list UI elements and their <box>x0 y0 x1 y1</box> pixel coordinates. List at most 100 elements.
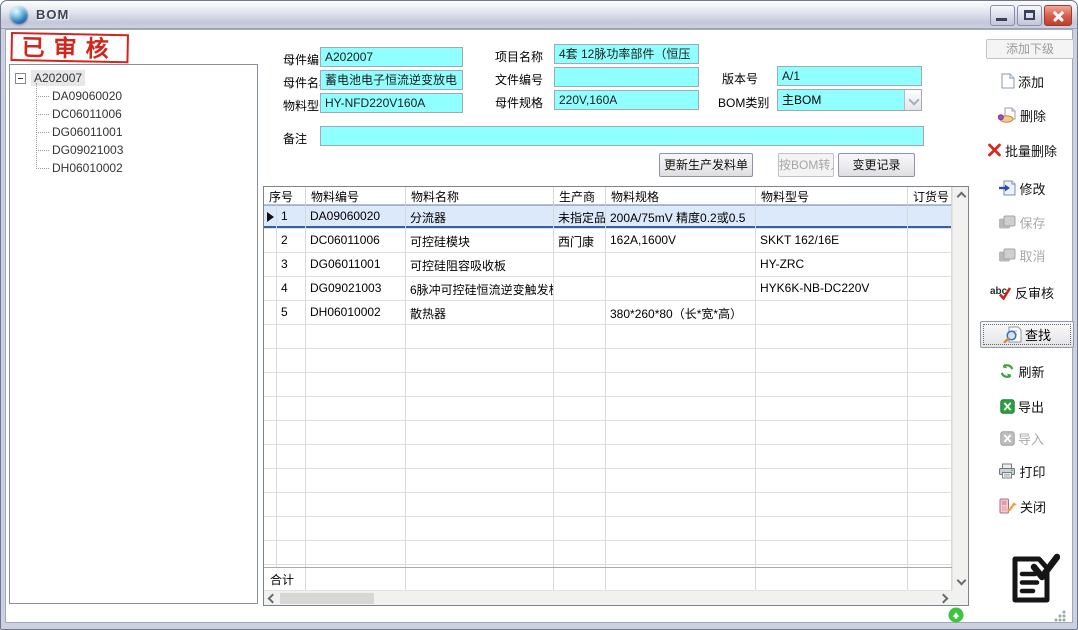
project-name-field[interactable]: 4套 12脉功率部件（恒压 <box>554 44 699 64</box>
row-selector[interactable] <box>264 493 277 516</box>
tree-root-node[interactable]: A202007 <box>15 69 257 87</box>
tree-node-DG06011001[interactable]: DG06011001 <box>36 123 257 141</box>
column-header-5[interactable]: 物料规格 <box>606 187 756 204</box>
delete-button[interactable]: 删除 <box>972 104 1072 126</box>
row-selector[interactable] <box>264 445 277 468</box>
cell[interactable] <box>908 517 952 540</box>
cell[interactable] <box>756 469 908 492</box>
row-selector[interactable] <box>264 301 277 324</box>
remark-field[interactable] <box>320 126 924 146</box>
maximize-button[interactable] <box>1017 5 1042 26</box>
column-header-3[interactable]: 物料名称 <box>406 187 554 204</box>
cell[interactable] <box>277 493 306 516</box>
cell[interactable] <box>406 421 554 444</box>
cell[interactable] <box>406 517 554 540</box>
cell[interactable] <box>908 565 952 567</box>
column-header-1[interactable]: 序号 <box>264 187 306 204</box>
chevron-down-icon[interactable] <box>904 90 921 110</box>
cell[interactable] <box>554 397 606 420</box>
cell[interactable] <box>606 349 756 372</box>
resize-grip[interactable] <box>1054 610 1066 622</box>
cell[interactable] <box>756 349 908 372</box>
cell[interactable] <box>277 445 306 468</box>
table-row[interactable]: 3DG06011001可控硅阻容吸收板HY-ZRC <box>264 253 968 277</box>
cell[interactable] <box>554 349 606 372</box>
tree-collapse-icon[interactable] <box>15 73 26 84</box>
column-header-4[interactable]: 生产商 <box>554 187 606 204</box>
row-selector[interactable] <box>264 349 277 372</box>
row-selector[interactable] <box>264 565 277 567</box>
print-button[interactable]: 打印 <box>972 460 1072 482</box>
tree-node-DA09060020[interactable]: DA09060020 <box>36 87 257 105</box>
cell[interactable]: DG09021003 <box>306 277 406 300</box>
cell[interactable] <box>756 397 908 420</box>
table-row-empty[interactable] <box>264 373 968 397</box>
cell[interactable] <box>606 253 756 276</box>
cell[interactable]: 3 <box>277 253 306 276</box>
cell[interactable] <box>277 421 306 444</box>
doc-no-field[interactable] <box>554 67 699 87</box>
find-button[interactable]: 查找 <box>980 321 1074 348</box>
cell[interactable]: SKKT 162/16E <box>756 229 908 252</box>
table-row-empty[interactable] <box>264 349 968 373</box>
cell[interactable] <box>756 421 908 444</box>
table-row-empty[interactable] <box>264 541 968 565</box>
cell[interactable] <box>406 565 554 567</box>
cell[interactable] <box>606 469 756 492</box>
cell[interactable] <box>606 565 756 567</box>
tree-node-DG09021003[interactable]: DG09021003 <box>36 141 257 159</box>
cell[interactable] <box>306 325 406 348</box>
cell[interactable] <box>406 325 554 348</box>
cell[interactable] <box>756 325 908 348</box>
cell[interactable] <box>756 565 908 567</box>
cell[interactable]: 可控硅模块 <box>406 229 554 252</box>
cell[interactable] <box>606 517 756 540</box>
cell[interactable]: 5 <box>277 301 306 324</box>
cell[interactable] <box>908 421 952 444</box>
cell[interactable] <box>606 277 756 300</box>
cell[interactable] <box>406 445 554 468</box>
unapprove-button[interactable]: abc反审核 <box>972 281 1072 303</box>
cell[interactable] <box>306 421 406 444</box>
cell[interactable] <box>756 541 908 564</box>
cell[interactable] <box>554 493 606 516</box>
cell[interactable]: DH06010002 <box>306 301 406 324</box>
tree-root-label[interactable]: A202007 <box>31 70 85 86</box>
table-row-empty[interactable] <box>264 565 968 567</box>
cell[interactable] <box>908 469 952 492</box>
cell[interactable] <box>908 397 952 420</box>
cell[interactable] <box>908 253 952 276</box>
cell[interactable] <box>908 373 952 396</box>
cell[interactable] <box>277 373 306 396</box>
cell[interactable] <box>554 253 606 276</box>
table-row-empty[interactable] <box>264 469 968 493</box>
cell[interactable] <box>554 565 606 567</box>
table-row[interactable]: 4DG090210036脉冲可控硅恒流逆变触发板HYK6K-NB-DC220V <box>264 277 968 301</box>
cell[interactable]: 6脉冲可控硅恒流逆变触发板 <box>406 277 554 300</box>
table-row-empty[interactable] <box>264 397 968 421</box>
cell[interactable]: DC06011006 <box>306 229 406 252</box>
cell[interactable] <box>756 493 908 516</box>
cell[interactable] <box>306 517 406 540</box>
cell[interactable]: 162A,1600V <box>606 229 756 252</box>
tree-node-DH06010002[interactable]: DH06010002 <box>36 159 257 177</box>
cell[interactable] <box>406 493 554 516</box>
cell[interactable]: DA09060020 <box>306 205 406 228</box>
column-header-7[interactable]: 订货号 <box>908 187 952 204</box>
tree-node-DC06011006[interactable]: DC06011006 <box>36 105 257 123</box>
cell[interactable] <box>908 349 952 372</box>
table-row[interactable]: 1DA09060020分流器未指定品牌200A/75mV 精度0.2或0.5 <box>264 205 968 229</box>
cell[interactable]: 4 <box>277 277 306 300</box>
scroll-up-icon[interactable] <box>956 192 966 202</box>
cell[interactable] <box>756 445 908 468</box>
cell[interactable] <box>606 373 756 396</box>
cell[interactable] <box>554 517 606 540</box>
cell[interactable] <box>277 469 306 492</box>
cell[interactable] <box>277 565 306 567</box>
cell[interactable] <box>606 493 756 516</box>
cell[interactable] <box>306 469 406 492</box>
cell[interactable] <box>908 445 952 468</box>
cell[interactable] <box>306 349 406 372</box>
cell[interactable] <box>554 541 606 564</box>
cell[interactable] <box>554 373 606 396</box>
